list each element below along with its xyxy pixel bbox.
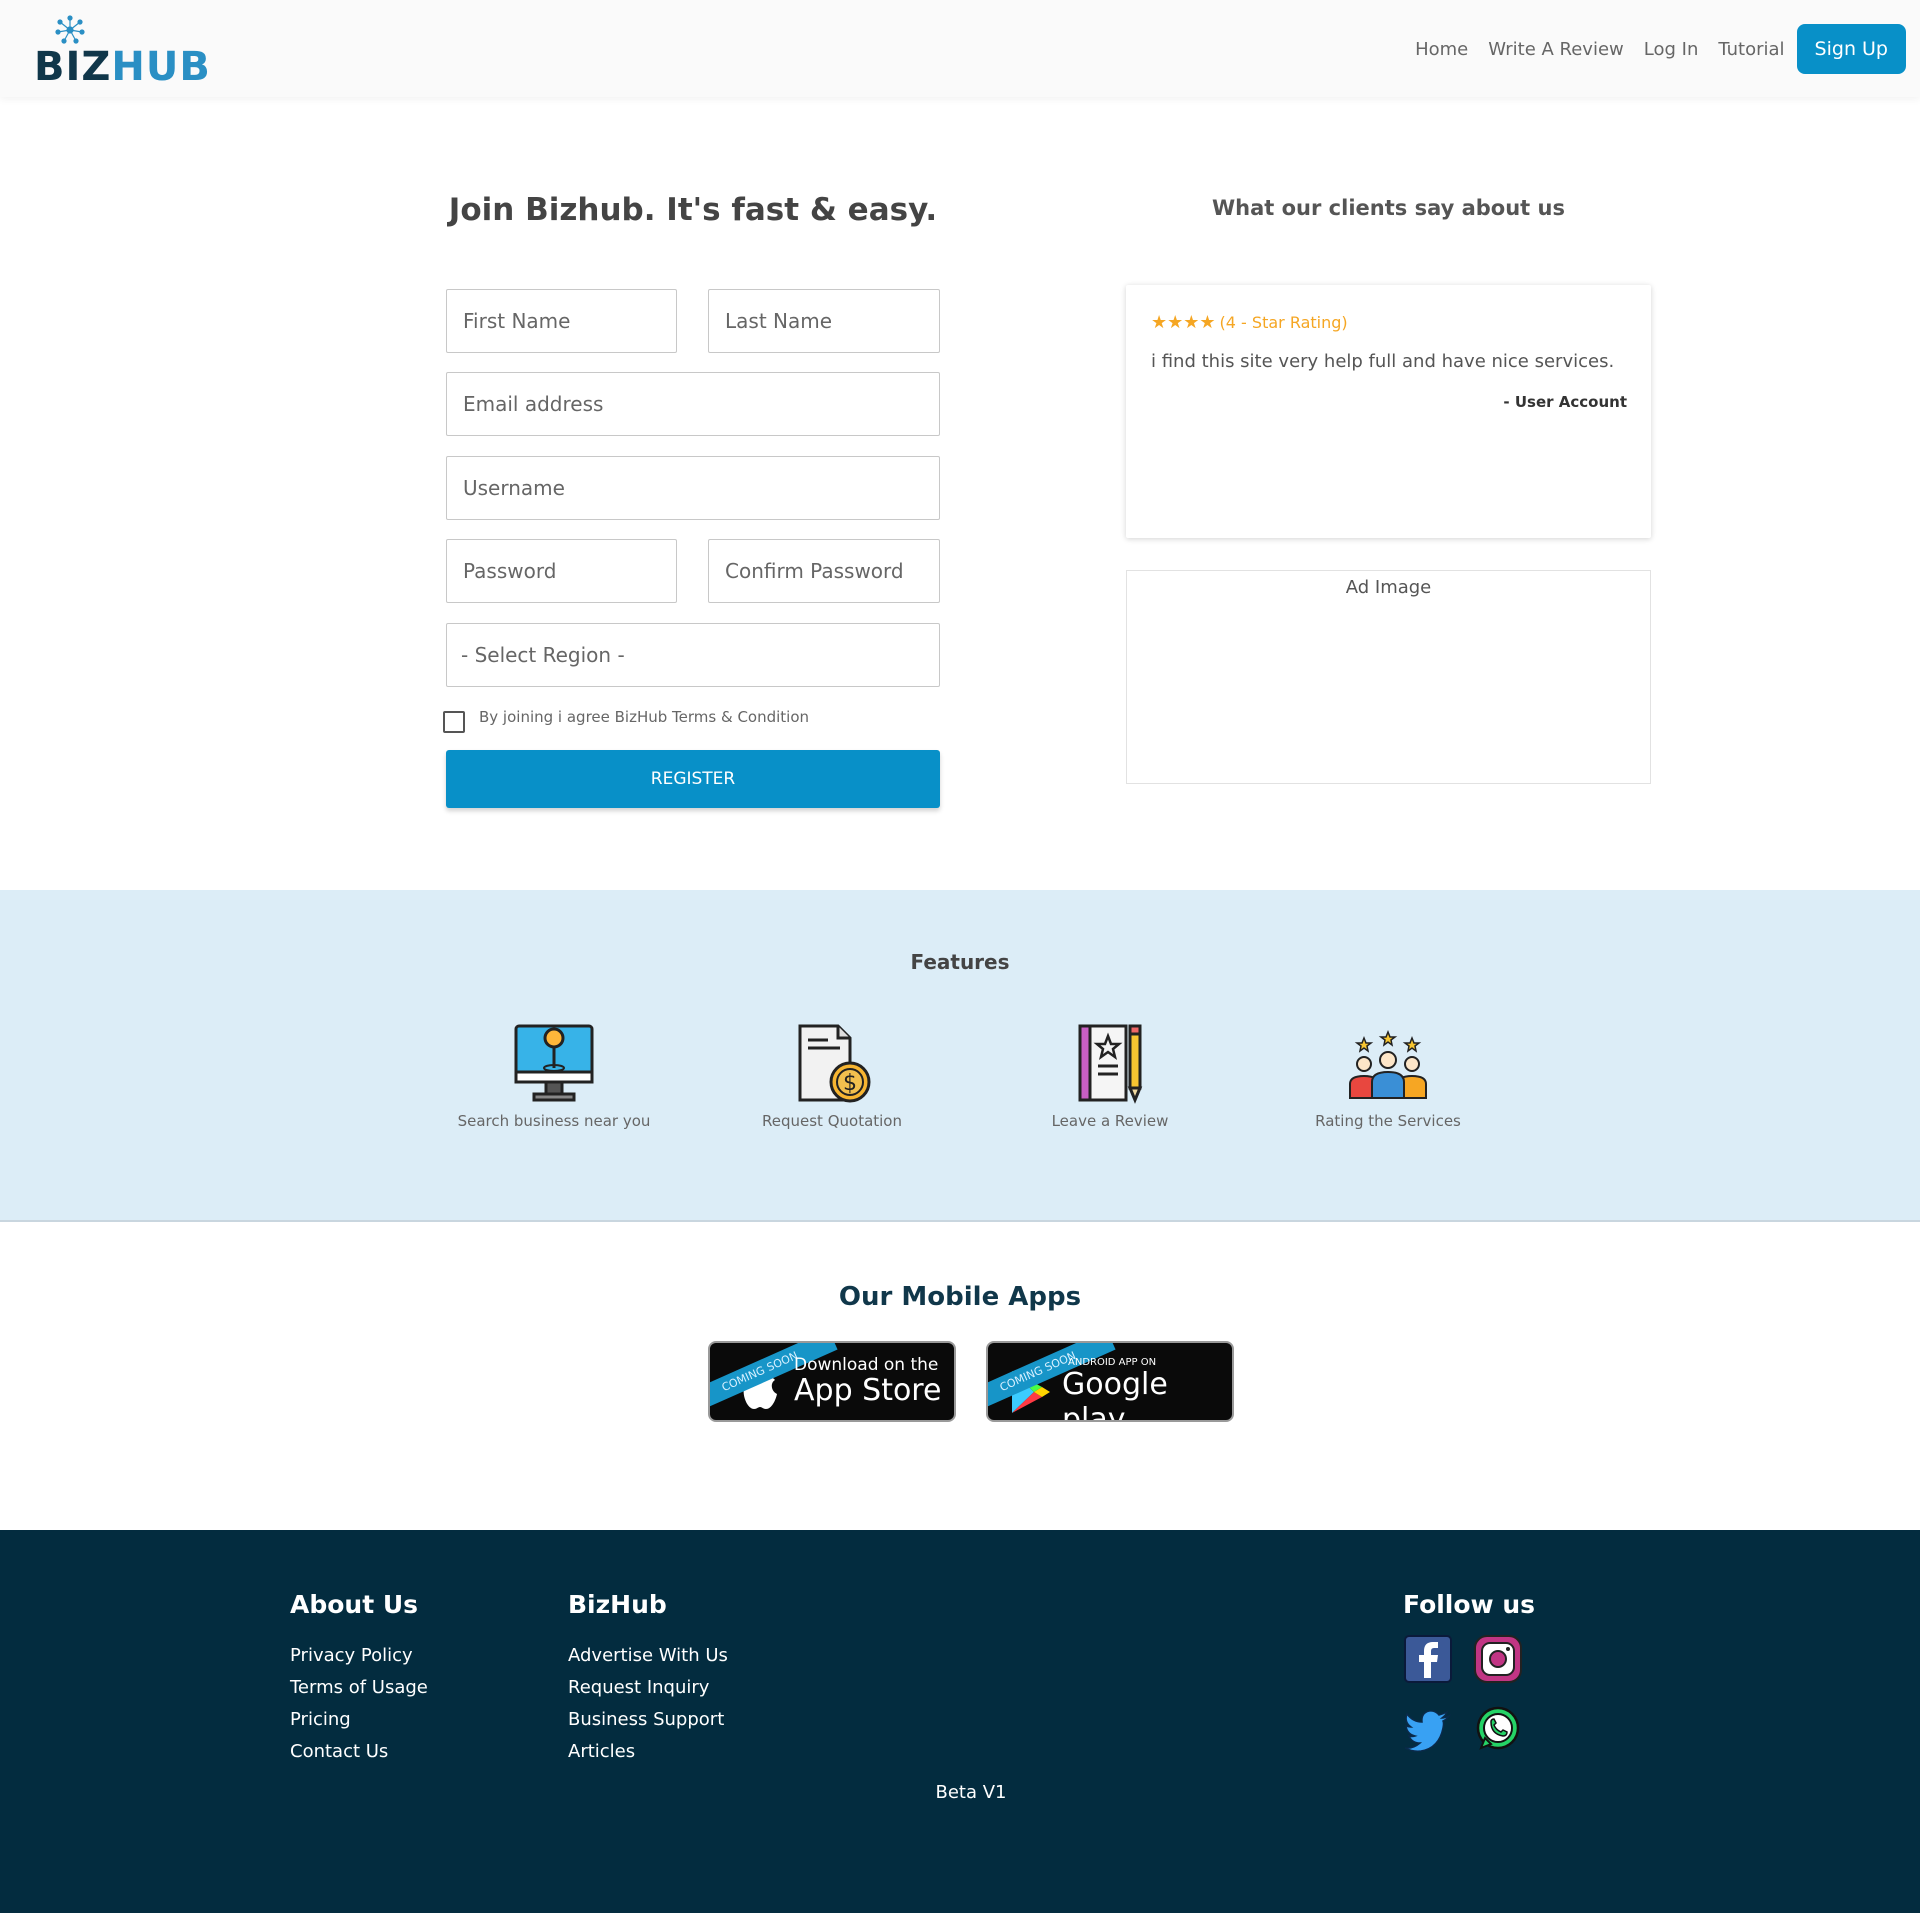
feature-review-label: Leave a Review	[1051, 1112, 1169, 1130]
ad-box[interactable]: Ad Image	[1126, 570, 1651, 784]
region-select[interactable]: - Select Region -	[446, 623, 940, 687]
main-nav: Home Write A Review Log In Tutorial Sign…	[1395, 24, 1906, 74]
app-store-badge[interactable]: COMING SOON Download on the App Store	[708, 1341, 956, 1422]
footer-follow-title: Follow us	[1403, 1590, 1536, 1619]
features-section: Features Search business near you $ Requ…	[0, 890, 1920, 1222]
footer-about-title: About Us	[290, 1590, 419, 1619]
version-label: Beta V1	[935, 1782, 1007, 1803]
top-header: BIZHUB Home Write A Review Log In Tutori…	[0, 0, 1920, 97]
nav-home-link[interactable]: Home	[1415, 39, 1468, 60]
email-input[interactable]: Email address	[446, 372, 940, 436]
app-store-small-text: Download on the	[794, 1355, 939, 1375]
feature-rating-label: Rating the Services	[1315, 1112, 1461, 1130]
bizhub-logo[interactable]: BIZHUB	[34, 14, 210, 90]
testimonial-quote: i find this site very help full and have…	[1151, 351, 1615, 372]
monitor-location-icon	[514, 1024, 594, 1102]
facebook-icon[interactable]	[1403, 1634, 1453, 1684]
testimonials-title: What our clients say about us	[1212, 196, 1565, 220]
logo-biz: BIZ	[34, 44, 112, 90]
google-play-badge[interactable]: COMING SOON ANDROID APP ON Google play	[986, 1341, 1234, 1422]
password-input[interactable]: Password	[446, 539, 677, 603]
notebook-pencil-icon	[1078, 1024, 1143, 1104]
users-stars-icon	[1349, 1029, 1427, 1099]
logo-wordmark: BIZHUB	[34, 44, 211, 90]
register-button[interactable]: REGISTER	[446, 750, 940, 808]
logo-hub: HUB	[111, 44, 211, 90]
testimonial-card: ★★★★ (4 - Star Rating) i find this site v…	[1126, 285, 1651, 538]
footer-about-links: Privacy Policy Terms of Usage Pricing Co…	[290, 1640, 428, 1768]
register-title: Join Bizhub. It's fast & easy.	[448, 192, 938, 228]
last-name-input[interactable]: Last Name	[708, 289, 940, 353]
footer-link-pricing[interactable]: Pricing	[290, 1704, 428, 1736]
footer-link-terms[interactable]: Terms of Usage	[290, 1672, 428, 1704]
feature-search: Search business near you	[434, 1022, 674, 1130]
features-title: Features	[910, 950, 1010, 974]
twitter-icon[interactable]	[1403, 1704, 1453, 1754]
nav-signup-button[interactable]: Sign Up	[1796, 24, 1906, 74]
footer-link-inquiry[interactable]: Request Inquiry	[568, 1672, 728, 1704]
feature-review: Leave a Review	[990, 1022, 1230, 1130]
document-dollar-icon: $	[798, 1024, 871, 1103]
footer-bizhub-links: Advertise With Us Request Inquiry Busine…	[568, 1640, 728, 1768]
svg-text:$: $	[843, 1071, 857, 1096]
terms-checkbox[interactable]	[443, 711, 465, 733]
star-rating: ★★★★ (4 - Star Rating)	[1151, 312, 1348, 333]
footer-link-advertise[interactable]: Advertise With Us	[568, 1640, 728, 1672]
first-name-input[interactable]: First Name	[446, 289, 677, 353]
whatsapp-icon[interactable]	[1473, 1704, 1523, 1754]
footer-link-contact[interactable]: Contact Us	[290, 1736, 428, 1768]
nav-write-review-link[interactable]: Write A Review	[1488, 39, 1624, 60]
app-store-big-text: App Store	[794, 1373, 942, 1408]
testimonial-author: - User Account	[1503, 393, 1627, 411]
stars-icon: ★★★★	[1151, 312, 1216, 333]
apps-title: Our Mobile Apps	[838, 1282, 1082, 1312]
ad-label: Ad Image	[1345, 577, 1432, 598]
terms-label: By joining i agree BizHub Terms & Condit…	[479, 708, 810, 726]
footer-bizhub-title: BizHub	[568, 1590, 667, 1619]
footer: About Us Privacy Policy Terms of Usage P…	[0, 1530, 1920, 1913]
nav-tutorial-link[interactable]: Tutorial	[1718, 39, 1784, 60]
google-play-big-text: Google play	[1062, 1367, 1168, 1422]
footer-link-articles[interactable]: Articles	[568, 1736, 728, 1768]
feature-quotation-label: Request Quotation	[762, 1112, 902, 1130]
feature-quotation: $ Request Quotation	[712, 1022, 952, 1130]
footer-link-support[interactable]: Business Support	[568, 1704, 728, 1736]
network-logo-icon	[55, 15, 85, 44]
confirm-password-input[interactable]: Confirm Password	[708, 539, 940, 603]
nav-login-link[interactable]: Log In	[1644, 39, 1699, 60]
footer-link-privacy[interactable]: Privacy Policy	[290, 1640, 428, 1672]
feature-rating: Rating the Services	[1268, 1022, 1508, 1130]
rating-text: (4 - Star Rating)	[1219, 313, 1348, 332]
instagram-icon[interactable]	[1473, 1634, 1523, 1684]
feature-search-label: Search business near you	[457, 1112, 651, 1130]
username-input[interactable]: Username	[446, 456, 940, 520]
